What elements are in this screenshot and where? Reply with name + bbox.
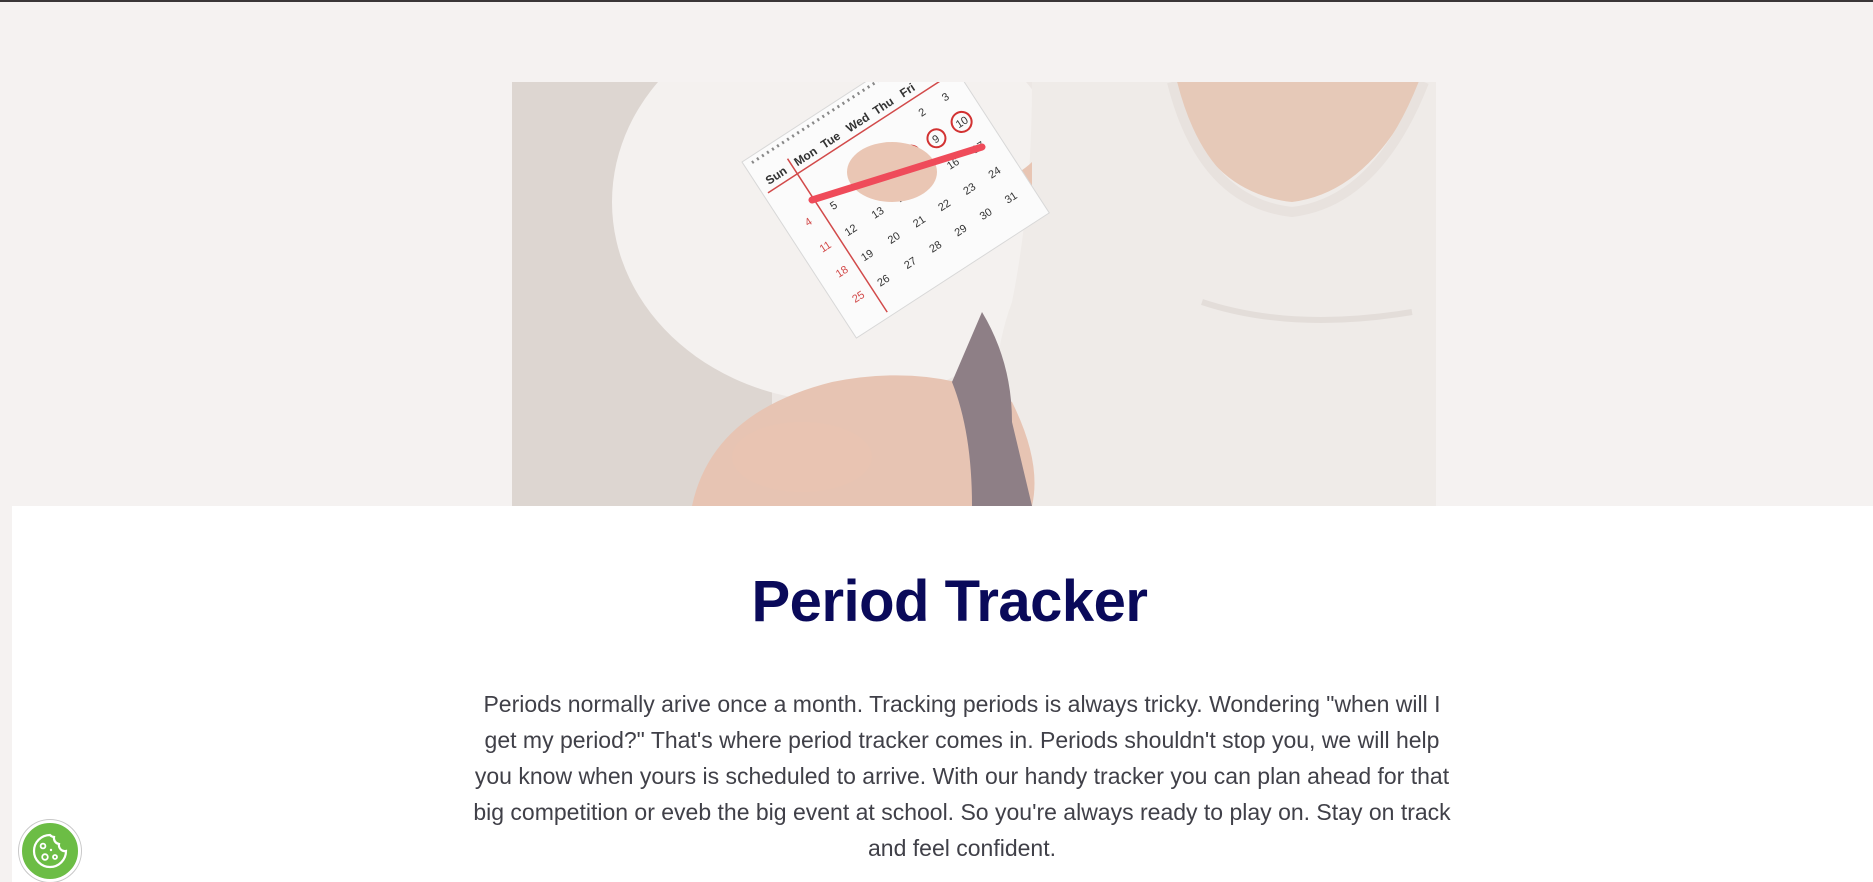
content-panel: Period Tracker Periods normally arive on… [12,506,1873,882]
page-description: Periods normally arive once a month. Tra… [473,691,1451,861]
cookie-icon [32,833,68,869]
cookie-settings-button[interactable] [19,820,81,882]
hero-image: Sun Mon Tue Wed Thu Fri Sat 23 456 78910… [512,82,1436,506]
page-title: Period Tracker [751,569,1149,634]
